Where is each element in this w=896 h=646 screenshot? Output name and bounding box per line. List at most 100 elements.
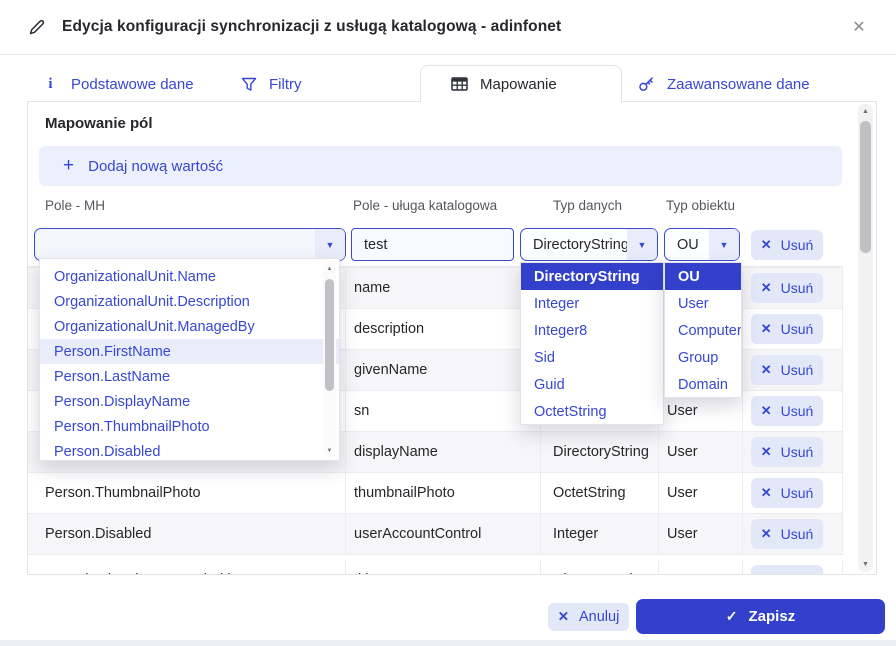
remove-button[interactable]: ✕Usuń [751, 396, 823, 426]
cell-field: displayName [346, 432, 541, 472]
scroll-up-icon[interactable]: ▲ [858, 108, 873, 115]
close-icon[interactable]: ✕ [846, 14, 872, 40]
x-icon: ✕ [761, 237, 772, 253]
cell-field: thumbnailPhoto [346, 473, 541, 513]
chevron-down-icon: ▼ [709, 229, 739, 260]
dropdown-option[interactable]: Person.DisplayName [40, 389, 339, 414]
remove-button[interactable]: ✕ Usuń [751, 230, 823, 260]
cell-actions: ✕Usuń [743, 432, 843, 472]
remove-button[interactable]: ✕Usuń [751, 437, 823, 467]
typ-danych-dropdown-list: DirectoryString Integer Integer8 Sid Gui… [520, 262, 664, 425]
dropdown-option[interactable]: Person.LastName [40, 364, 339, 389]
chevron-down-icon: ▼ [627, 229, 657, 260]
remove-button[interactable]: ✕ Usuń [751, 355, 823, 385]
tab-podstawowe-dane[interactable]: i Podstawowe dane [42, 72, 194, 96]
pole-usluga-input[interactable]: test [351, 228, 514, 261]
chevron-down-icon: ▼ [315, 229, 345, 260]
filter-icon [240, 76, 257, 93]
cell-type: OctetString [541, 473, 659, 513]
cell-field: description [346, 309, 541, 349]
dropdown-option[interactable]: Computer [665, 317, 741, 344]
content-scrollbar[interactable]: ▲ ▼ [858, 104, 873, 572]
info-icon: i [42, 76, 59, 93]
tab-label: Zaawansowane dane [667, 76, 810, 93]
save-button[interactable]: ✓ Zapisz [636, 599, 885, 634]
pole-mh-select[interactable]: ▼ [34, 228, 346, 261]
remove-button[interactable]: ✕Usuń [751, 519, 823, 549]
dropdown-option[interactable]: Integer8 [521, 317, 663, 344]
tab-label: Mapowanie [480, 76, 557, 93]
dropdown-option[interactable]: Domain [665, 371, 741, 398]
dropdown-option[interactable]: Integer [521, 290, 663, 317]
tab-filtry[interactable]: Filtry [240, 72, 302, 96]
x-icon: ✕ [761, 572, 772, 575]
x-icon: ✕ [761, 321, 772, 337]
remove-button[interactable]: ✕Usuń [751, 565, 823, 575]
save-label: Zapisz [749, 608, 796, 625]
dropdown-option[interactable]: Person.ThumbnailPhoto [40, 414, 339, 439]
table-row: Person.ThumbnailPhoto thumbnailPhoto Oct… [28, 473, 843, 514]
scroll-up-icon[interactable]: ▲ [323, 266, 336, 272]
tab-zaawansowane-dane[interactable]: Zaawansowane dane [638, 72, 810, 96]
tab-label: Podstawowe dane [71, 76, 194, 93]
cell-field: givenName [346, 350, 541, 390]
scroll-down-icon[interactable]: ▼ [323, 448, 336, 454]
cell-actions: ✕ Usuń [743, 309, 843, 349]
dropdown-option[interactable]: Person.Disabled [40, 439, 339, 461]
typ-obiektu-value: OU [677, 237, 699, 253]
dropdown-option[interactable]: OctetString [521, 398, 663, 425]
dropdown-option[interactable]: User [665, 290, 741, 317]
cell-pole-mh: Person.ThumbnailPhoto [28, 473, 346, 513]
key-icon [638, 76, 655, 93]
dropdown-option[interactable]: OrganizationalUnit.Description [40, 289, 339, 314]
plus-icon: + [63, 155, 74, 177]
remove-button[interactable]: ✕Usuń [751, 273, 823, 303]
cancel-button[interactable]: ✕ Anuluj [548, 603, 629, 631]
pole-mh-dropdown-list: OrganizationalUnit.Name OrganizationalUn… [39, 258, 340, 461]
remove-label: Usuń [781, 321, 814, 337]
cell-actions: ✕Usuń [743, 514, 843, 554]
dropdown-option[interactable]: OrganizationalUnit.ManagedBy [40, 314, 339, 339]
section-title: Mapowanie pól [45, 115, 153, 132]
x-icon: ✕ [761, 444, 772, 460]
remove-label: Usuń [781, 362, 814, 378]
cell-object: User [659, 473, 743, 513]
typ-obiektu-select[interactable]: OU ▼ [664, 228, 740, 261]
cell-object: User [659, 514, 743, 554]
x-icon: ✕ [761, 403, 772, 419]
tab-mapowanie[interactable]: Mapowanie [420, 65, 622, 102]
cell-actions: ✕Usuń [743, 391, 843, 431]
cell-type: DirectoryString [541, 432, 659, 472]
column-header-typ-obiektu: Typ obiektu [659, 198, 743, 213]
add-new-value-button[interactable]: + Dodaj nową wartość [39, 146, 842, 186]
remove-button[interactable]: ✕ Usuń [751, 314, 823, 344]
dropdown-option-selected[interactable]: DirectoryString [521, 263, 663, 290]
dropdown-option[interactable]: Group [665, 344, 741, 371]
dropdown-option[interactable]: Guid [521, 371, 663, 398]
remove-label: Usuń [781, 280, 814, 296]
typ-danych-select[interactable]: DirectoryString ▼ [520, 228, 658, 261]
x-icon: ✕ [761, 362, 772, 378]
cell-pole-mh: Person.Disabled [28, 514, 346, 554]
x-icon: ✕ [558, 609, 569, 625]
dropdown-option[interactable]: OrganizationalUnit.Name [40, 264, 339, 289]
x-icon: ✕ [761, 526, 772, 542]
x-icon: ✕ [761, 485, 772, 501]
cell-type: DirectoryString [541, 560, 659, 575]
remove-button[interactable]: ✕ Usuń [751, 478, 823, 508]
dropdown-option[interactable]: Sid [521, 344, 663, 371]
scrollbar-thumb[interactable] [325, 279, 334, 391]
remove-label: Usuń [781, 485, 814, 501]
column-header-pole-usluga: Pole - uługa katalogowa [346, 198, 541, 213]
dropdown-option-highlighted[interactable]: Person.FirstName [40, 339, 339, 364]
cell-type: Integer [541, 514, 659, 554]
tab-label: Filtry [269, 76, 302, 93]
cell-field: title [346, 560, 541, 575]
scroll-down-icon[interactable]: ▼ [858, 561, 873, 568]
scrollbar-thumb[interactable] [860, 121, 871, 253]
cell-object: User [659, 432, 743, 472]
add-new-value-label: Dodaj nową wartość [88, 158, 223, 175]
dropdown-scrollbar[interactable]: ▲ ▼ [323, 263, 336, 457]
dropdown-option-selected[interactable]: OU [665, 263, 741, 290]
cancel-label: Anuluj [579, 609, 619, 625]
